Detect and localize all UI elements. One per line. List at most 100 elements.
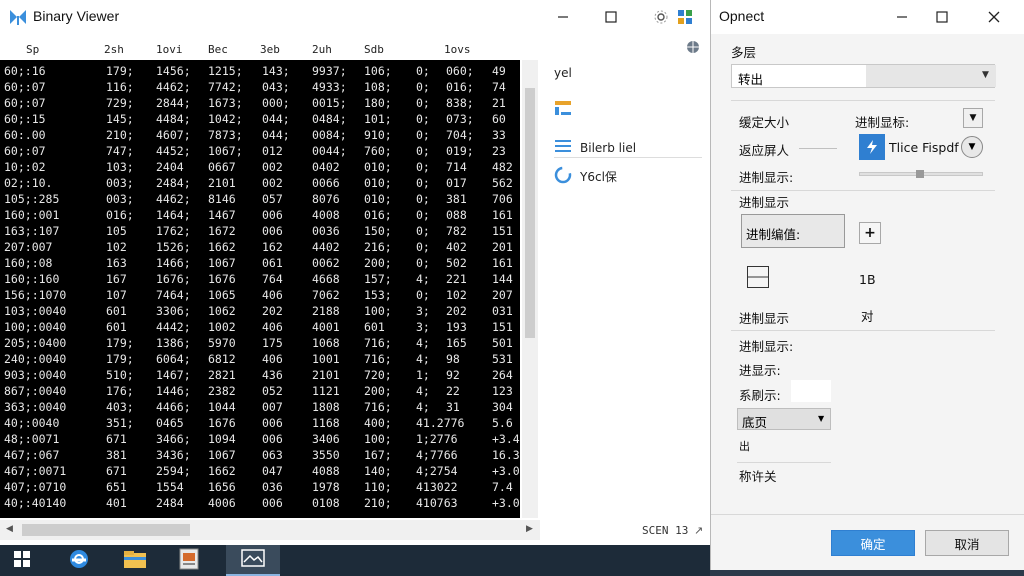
scroll-right-icon[interactable]: ▶ [526, 524, 533, 534]
chevron-down-icon[interactable]: ▼ [961, 136, 983, 158]
hex-row[interactable]: 60;:16 179; 1456; 1215; 143; 9937; 106; 0; 060; 4… [0, 64, 520, 80]
hex-cell: 044; [262, 112, 290, 126]
scroll-thumb[interactable] [22, 524, 190, 536]
close-button[interactable] [983, 6, 1005, 28]
hex-cell: 100; [364, 432, 392, 446]
hex-row[interactable]: 407;:0710 651 1554 1656 036 1978 110; 413022 7.4 [0, 480, 520, 496]
hex-cell: 21 [492, 96, 506, 110]
hex-cell: 4; [416, 384, 430, 398]
hex-row[interactable]: 60:.00 210; 4607; 7873; 044; 0084; 910; 0; 704; 3… [0, 128, 520, 144]
hex-cell: 088 [446, 208, 467, 222]
hex-cell: 0; [416, 192, 430, 206]
hex-row[interactable]: 103;:0040 601 3306; 1062 202 2188 100; 3; 202 031 [0, 304, 520, 320]
hex-cell: 0; [416, 80, 430, 94]
hex-row[interactable]: 60;:15 145; 4484; 1042; 044; 0484; 101; 0; 073; 6… [0, 112, 520, 128]
hex-cell: 4006 [208, 496, 236, 510]
hex-cell: 381 [446, 192, 467, 206]
hex-row[interactable]: 60;:07 116; 4462; 7742; 043; 4933; 108; 0; 016; 7… [0, 80, 520, 96]
hex-cell: 413022 [416, 480, 458, 494]
hex-cell: 106; [364, 64, 392, 78]
value-input[interactable]: 进制编值: [741, 214, 845, 248]
short-input[interactable] [791, 380, 831, 402]
side-item[interactable]: yel [554, 66, 572, 80]
hex-row[interactable]: 48;:0071 671 3466; 1094 006 3406 100; 1;2776 +3.… [0, 432, 520, 448]
start-button[interactable] [0, 545, 44, 576]
hex-cell: 180; [364, 96, 392, 110]
settings-icon[interactable] [650, 6, 672, 28]
slider-thumb[interactable] [916, 170, 924, 178]
hex-row[interactable]: 40;:0040 351; 0465 1676 006 1168 400; 41.2776 5.… [0, 416, 520, 432]
hex-row[interactable]: 160;:160 167 1676; 1676 764 4668 157; 4; 221 144 [0, 272, 520, 288]
taskbar-app[interactable] [162, 545, 216, 576]
hex-row[interactable]: 02;:10. 003; 2484; 2101 002 0066 010; 0; 017 562 [0, 176, 520, 192]
hex-data-grid[interactable]: 60;:16 179; 1456; 1215; 143; 9937; 106; 0; 060; 4… [0, 60, 520, 518]
ok-button[interactable]: 确定 [831, 530, 915, 556]
slider-track[interactable] [859, 170, 983, 178]
hex-cell: 7464; [156, 288, 191, 302]
hex-cell: 60 [492, 112, 506, 126]
hex-row[interactable]: 363;:0040 403; 4466; 1044 007 1808 716; 4; 31 304 [0, 400, 520, 416]
hex-cell: 3406 [312, 432, 340, 446]
hex-cell: 10;:02 [4, 160, 46, 174]
cancel-button[interactable]: 取消 [925, 530, 1009, 556]
hex-cell: 716; [364, 336, 392, 350]
taskbar-binary-viewer[interactable] [226, 545, 280, 576]
hex-row[interactable]: 903;:0040 510; 1467; 2821 436 2101 720; 1; 92 264 [0, 368, 520, 384]
grid-icon[interactable] [674, 6, 696, 28]
hex-cell: 010; [364, 176, 392, 190]
dialog-title-bar: Opnect [711, 0, 1024, 34]
hex-row[interactable]: 163;:107 105 1762; 1672 006 0036 150; 0; 782 151 [0, 224, 520, 240]
side-item[interactable]: Y6cl保 [554, 166, 617, 187]
hex-row[interactable]: 160;:08 163 1466; 1067 061 0062 200; 0; 502 161 [0, 256, 520, 272]
filter-dropdown-button[interactable]: ▼ [963, 108, 983, 128]
side-item[interactable]: Bilerb liel [554, 138, 702, 158]
resize-grip-icon[interactable]: ↗ [694, 524, 703, 537]
windows-icon [14, 550, 30, 571]
hex-cell: 5.6 [492, 416, 513, 430]
vertical-scrollbar[interactable] [522, 60, 538, 518]
hex-cell: 010; [364, 160, 392, 174]
hex-cell: 0; [416, 160, 430, 174]
hex-row[interactable]: 10;:02 103; 2404 0667 002 0402 010; 0; 714 482 [0, 160, 520, 176]
hex-cell: 110; [364, 480, 392, 494]
taskbar-explorer[interactable] [108, 545, 162, 576]
hex-row[interactable]: 207:007 102 1526; 1662 162 4402 216; 0; 402 201 [0, 240, 520, 256]
hex-row[interactable]: 100;:0040 601 4442; 1002 406 4001 601 3; 193 151 [0, 320, 520, 336]
hex-row[interactable]: 156;:1070 107 7464; 1065 406 7062 153; 0; 102 207 [0, 288, 520, 304]
mode-select[interactable]: 转出 ▼ [731, 64, 996, 88]
horizontal-scrollbar[interactable]: ◀ ▶ [0, 520, 540, 540]
hex-row[interactable]: 40;:40140 401 2484 4006 006 0108 210; 410763 +3.… [0, 496, 520, 512]
hex-row[interactable]: 205;:0400 179; 1386; 5970 175 1068 716; 4; 165 50… [0, 336, 520, 352]
hex-row[interactable]: 105;:285 003; 4462; 8146 057 8076 010; 0; 381 706 [0, 192, 520, 208]
scroll-thumb[interactable] [525, 88, 535, 338]
slider-track[interactable] [799, 148, 837, 149]
maximize-button[interactable] [931, 6, 953, 28]
hex-cell: 105 [106, 224, 127, 238]
hex-cell: 1464; [156, 208, 191, 222]
hex-row[interactable]: 467;:0071 671 2594; 1662 047 4088 140; 4;2754 +3… [0, 464, 520, 480]
hex-row[interactable]: 467;:067 381 3436; 1067 063 3550 167; 4;7766 16.… [0, 448, 520, 464]
hex-row[interactable]: 867;:0040 176; 1446; 2382 052 1121 200; 4; 22 123 [0, 384, 520, 400]
lightning-icon[interactable] [859, 134, 885, 160]
hex-row[interactable]: 60;:07 747; 4452; 1067; 012 0044; 760; 0; 019; 23 [0, 144, 520, 160]
globe-icon[interactable] [686, 40, 700, 57]
maximize-button[interactable] [600, 6, 622, 28]
hex-cell: 1;2776 [416, 432, 458, 446]
hex-row[interactable]: 240;:0040 179; 6064; 6812 406 1001 716; 4; 98 531 [0, 352, 520, 368]
hex-cell: 100;:0040 [4, 320, 67, 334]
hex-cell: 406 [262, 288, 283, 302]
hex-row[interactable]: 160;:001 016; 1464; 1467 006 4008 016; 0; 088 161 [0, 208, 520, 224]
frame-icon[interactable] [747, 266, 769, 288]
hex-cell: 1676; [156, 272, 191, 286]
format-button-label[interactable]: Tlice Fispdf [889, 140, 959, 155]
option-dropdown[interactable]: 底页 ▼ [737, 408, 831, 430]
scroll-left-icon[interactable]: ◀ [6, 524, 13, 534]
taskbar-browser[interactable] [52, 545, 106, 576]
side-item[interactable] [554, 100, 572, 119]
hex-cell: 867;:0040 [4, 384, 67, 398]
minimize-button[interactable] [891, 6, 913, 28]
add-button[interactable]: + [859, 222, 881, 244]
minimize-button[interactable] [552, 6, 574, 28]
hex-cell: 41.2776 [416, 416, 465, 430]
hex-row[interactable]: 60;:07 729; 2844; 1673; 000; 0015; 180; 0; 838; 2… [0, 96, 520, 112]
